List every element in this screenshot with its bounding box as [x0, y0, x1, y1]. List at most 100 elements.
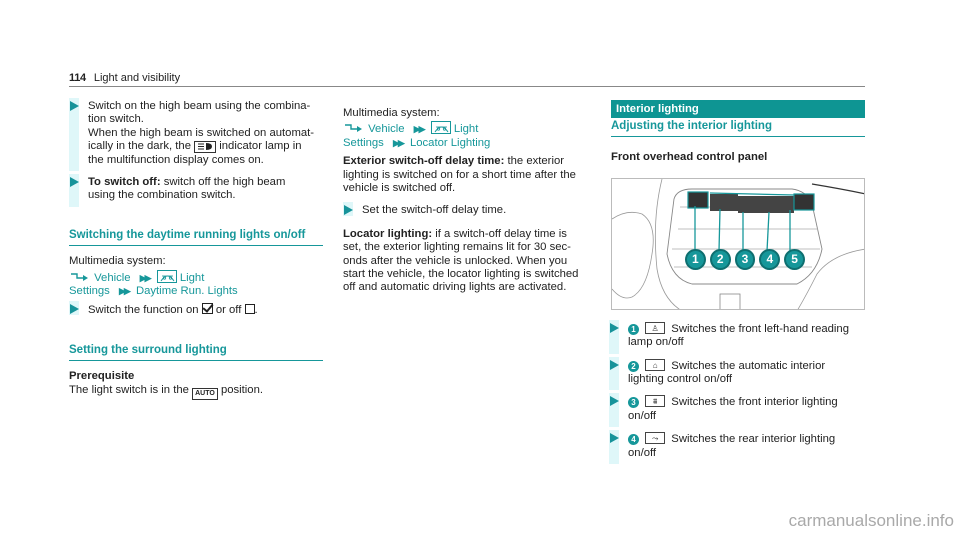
step-arrow-icon — [610, 433, 619, 444]
item-text: on/off — [628, 446, 657, 459]
path-item-settings[interactable]: Settings — [343, 137, 384, 149]
column-1: Switch on the high beam using the combin… — [69, 98, 323, 400]
path-item-daytime-run-lights[interactable]: Daytime Run. Lights — [136, 285, 238, 297]
label: To switch off: — [88, 176, 161, 189]
path-item-settings[interactable]: Settings — [69, 285, 110, 297]
page-header: 114 Light and visibility — [69, 72, 865, 86]
overhead-panel-illustration — [612, 178, 864, 309]
item-text: 1 ♙ Switches the front left-hand reading — [628, 321, 865, 336]
text: Switch the function on — [88, 304, 199, 317]
text: Switches the front interior lighting — [671, 396, 838, 409]
text: Switches the front left-hand reading — [671, 322, 849, 335]
step-text: the multifunction display comes on. — [88, 153, 264, 166]
text: The light switch is in the — [69, 383, 189, 396]
step-text: tion switch. — [88, 113, 144, 126]
step-text: Switch on the high beam using the combin… — [88, 100, 311, 112]
text: . — [254, 304, 258, 317]
subsection-heading: Adjusting the interior lighting — [611, 120, 865, 138]
intro-text: Multimedia system: — [69, 255, 166, 268]
path-item-vehicle[interactable]: Vehicle — [368, 123, 404, 135]
item-number: 2 — [628, 360, 639, 372]
label: Locator lighting: — [343, 227, 433, 240]
light-settings-icon — [156, 269, 177, 283]
menu-path: Vehicle ▶▶ Light — [343, 121, 597, 136]
text: indicator lamp in — [219, 140, 302, 153]
auto-interior-lighting-icon: ⌂ — [645, 358, 666, 371]
step-text: using the combination switch. — [88, 189, 236, 202]
step-arrow-icon — [610, 396, 619, 407]
step-arrow-icon — [610, 359, 619, 370]
path-item-light[interactable]: Light — [180, 272, 205, 284]
text: the exterior — [504, 155, 564, 168]
path-item-vehicle[interactable]: Vehicle — [94, 272, 130, 284]
step-high-beam-off: To switch off: switch off the high beam … — [69, 174, 323, 207]
header-divider — [69, 86, 865, 87]
item-number: 3 — [628, 397, 639, 409]
section-title: Light and visibility — [93, 72, 181, 84]
item-2: 2 ⌂ Switches the automatic interior ligh… — [609, 356, 865, 391]
intro-text: Multimedia system: — [343, 107, 440, 119]
page-number: 114 — [69, 72, 86, 84]
path-item-light[interactable]: Light — [454, 123, 479, 135]
menu-path-line2: Settings ▶▶ Locator Lighting — [343, 137, 597, 150]
step-daytime-toggle: Switch the function on or off . — [69, 301, 323, 317]
double-chevron-icon: ▶▶ — [118, 286, 131, 297]
path-arrow-icon — [69, 272, 91, 285]
text: position. — [220, 383, 264, 396]
step-arrow-icon — [610, 322, 619, 333]
double-chevron-icon: ▶▶ — [413, 124, 426, 135]
figure-heading: Front overhead control panel — [611, 151, 768, 164]
step-high-beam-on: Switch on the high beam using the combin… — [69, 98, 323, 172]
front-interior-lighting-icon: ⩩ — [645, 395, 666, 408]
prerequisite-text: The light switch is in the AUTO position… — [69, 384, 323, 400]
section-heading-surround: Setting the surround lighting — [69, 344, 323, 362]
menu-path-line2: Settings ▶▶ Daytime Run. Lights — [69, 285, 323, 298]
text: ically in the dark, the — [88, 140, 191, 153]
watermark: carmanualsonline.info — [788, 510, 954, 530]
callout-4: 4 — [759, 248, 781, 270]
chapter-banner: Interior lighting — [611, 100, 865, 118]
text: if a switch-off delay time is — [432, 227, 567, 240]
item-number: 4 — [628, 434, 639, 446]
callout-row: 1 2 3 4 5 — [685, 248, 805, 270]
callout-5: 5 — [784, 248, 805, 270]
step-arrow-icon — [70, 304, 79, 315]
exterior-delay-text: Exterior switch-off delay time: the exte… — [343, 155, 597, 168]
path-arrow-icon — [343, 123, 365, 136]
step-text: To switch off: switch off the high beam — [88, 176, 323, 189]
callout-2: 2 — [709, 248, 731, 270]
high-beam-assist-icon — [194, 141, 217, 154]
step-arrow-icon — [70, 177, 79, 188]
column-3: Interior lighting Adjusting the interior… — [609, 100, 865, 469]
text: switch off the high beam — [160, 176, 286, 189]
locator-text: set, the exterior lighting remains lit f… — [343, 241, 571, 254]
menu-path: Vehicle ▶▶ Light — [69, 269, 323, 285]
item-text: 3 ⩩ Switches the front interior lighting — [628, 395, 865, 409]
item-4: 4 ⤳ Switches the rear interior lighting … — [609, 430, 865, 465]
path-item-locator-lighting[interactable]: Locator Lighting — [410, 137, 490, 149]
item-number: 1 — [628, 323, 639, 335]
rear-interior-lighting-icon: ⤳ — [645, 432, 666, 445]
text: Switches the automatic interior — [671, 359, 826, 372]
light-settings-icon — [430, 121, 451, 135]
overhead-panel-figure: 1 2 3 4 5 — [611, 177, 865, 310]
step-text: Switch the function on or off . — [88, 303, 323, 317]
reading-lamp-left-icon: ♙ — [645, 321, 666, 334]
step-text: ically in the dark, the indicator lamp i… — [88, 140, 323, 154]
column-2: Multimedia system: Vehicle ▶▶ Light Sett… — [343, 107, 597, 295]
checkbox-checked-icon[interactable] — [201, 303, 213, 315]
step-text: Set the switch-off delay time. — [362, 204, 507, 217]
text: or off — [215, 304, 242, 317]
item-text: 4 ⤳ Switches the rear interior lighting — [628, 432, 865, 446]
step-arrow-icon — [70, 101, 79, 111]
double-chevron-icon: ▶▶ — [139, 272, 152, 283]
step-arrow-icon — [344, 205, 353, 216]
locator-text: onds after the vehicle is unlocked. When… — [343, 254, 568, 267]
item-text: lighting control on/off — [628, 373, 733, 386]
auto-light-icon: AUTO — [192, 387, 218, 400]
item-text: lamp on/off — [628, 336, 684, 349]
checkbox-unchecked-icon[interactable] — [244, 304, 255, 315]
callout-1: 1 — [685, 248, 706, 270]
exterior-delay-text: lighting is switched on for a short time… — [343, 168, 576, 181]
prerequisite-label: Prerequisite — [69, 370, 135, 383]
